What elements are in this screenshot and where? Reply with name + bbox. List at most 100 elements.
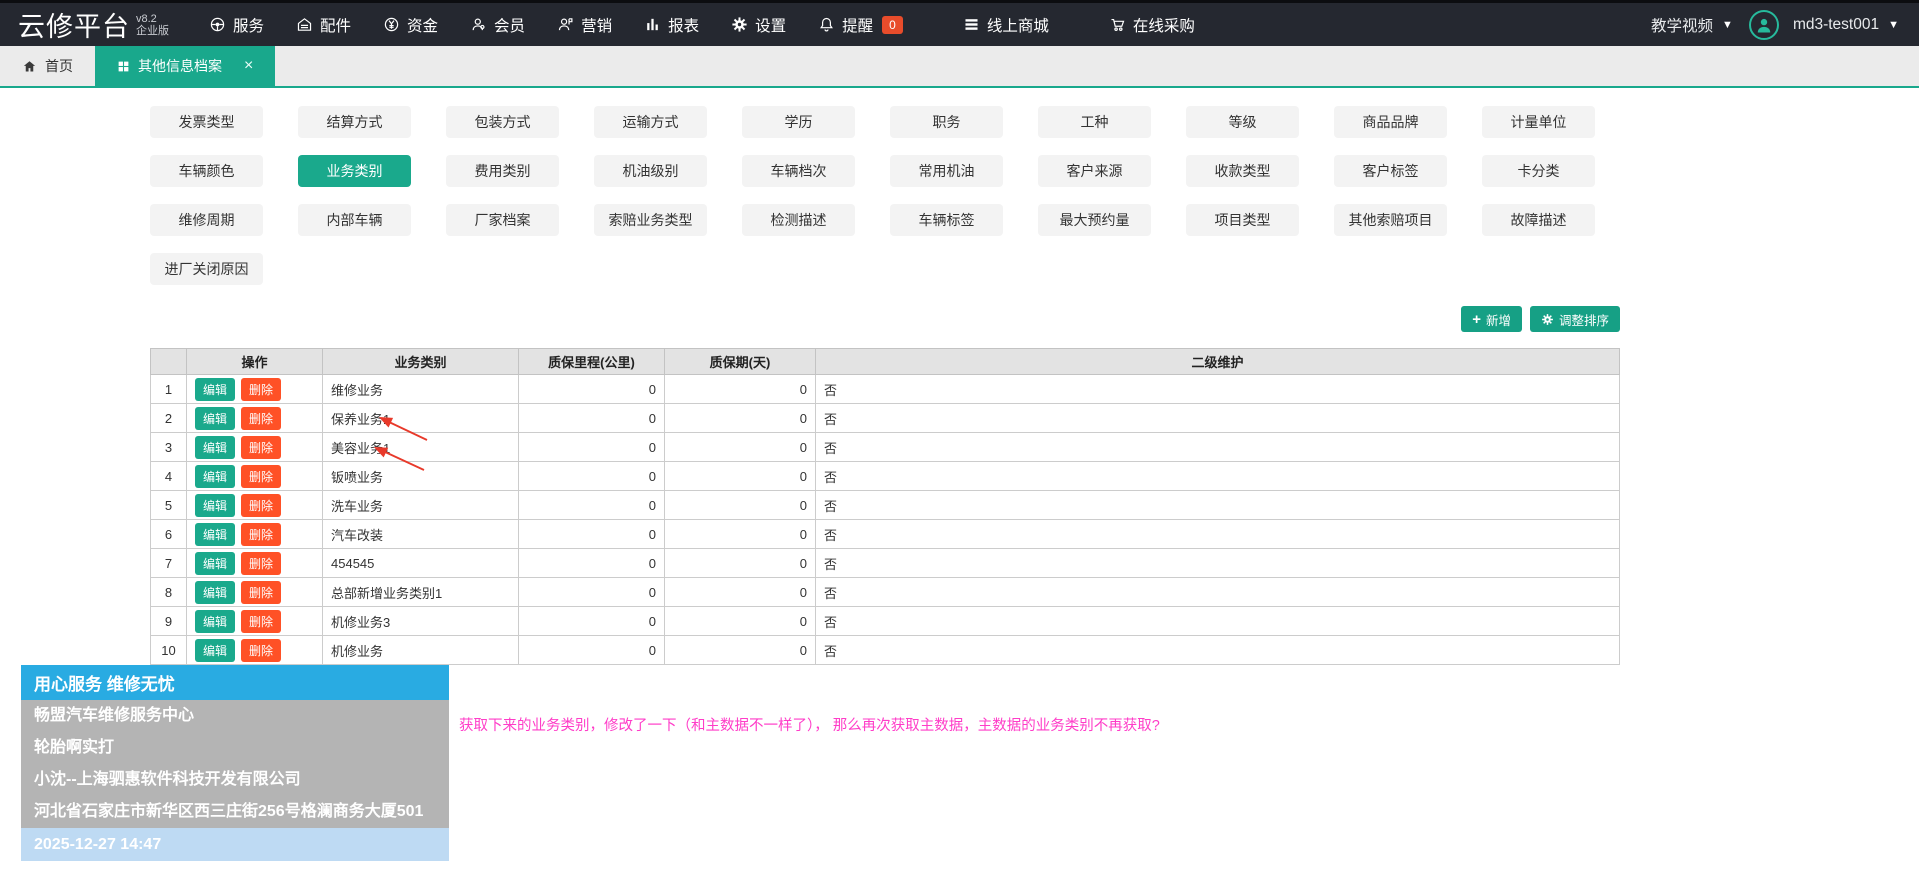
nav-item-online-mall[interactable]: 线上商城: [947, 14, 1065, 36]
category-button[interactable]: 运输方式: [594, 106, 707, 138]
row-actions: 编辑删除: [187, 404, 323, 433]
category-button[interactable]: 费用类别: [446, 155, 559, 187]
row-actions: 编辑删除: [187, 607, 323, 636]
category-button[interactable]: 卡分类: [1482, 155, 1595, 187]
column-header: 质保里程(公里): [519, 349, 665, 375]
steering-wheel-icon: [209, 16, 226, 33]
category-button[interactable]: 内部车辆: [298, 204, 411, 236]
category-button[interactable]: 计量单位: [1482, 106, 1595, 138]
row-index: 10: [151, 636, 187, 665]
business-category-name: 美容业务1: [323, 433, 519, 462]
category-button[interactable]: 故障描述: [1482, 204, 1595, 236]
delete-button[interactable]: 删除: [241, 494, 281, 517]
app-version: v8.2 企业版: [136, 13, 169, 37]
category-button[interactable]: 最大预约量: [1038, 204, 1151, 236]
row-index: 5: [151, 491, 187, 520]
warranty-days: 0: [665, 375, 816, 404]
business-category-name: 454545: [323, 549, 519, 578]
nav-item-funds[interactable]: 资金: [367, 14, 454, 36]
nav-item-members[interactable]: 会员: [454, 14, 541, 36]
business-category-name: 钣喷业务: [323, 462, 519, 491]
grid-icon: [117, 60, 130, 73]
secondary-maintenance: 否: [816, 549, 1620, 578]
delete-button[interactable]: 删除: [241, 610, 281, 633]
nav-item-services[interactable]: 服务: [193, 14, 280, 36]
tab-home[interactable]: 首页: [0, 46, 95, 86]
edit-button[interactable]: 编辑: [195, 436, 235, 459]
category-button[interactable]: 检测描述: [742, 204, 855, 236]
edit-button[interactable]: 编辑: [195, 552, 235, 575]
category-button[interactable]: 学历: [742, 106, 855, 138]
business-category-name: 机修业务3: [323, 607, 519, 636]
user-menu[interactable]: md3-test001 ▼: [1791, 16, 1901, 34]
nav-item-reminders[interactable]: 提醒0: [802, 14, 919, 36]
delete-button[interactable]: 删除: [241, 639, 281, 662]
category-button[interactable]: 等级: [1186, 106, 1299, 138]
edit-button[interactable]: 编辑: [195, 610, 235, 633]
category-button[interactable]: 车辆标签: [890, 204, 1003, 236]
category-button[interactable]: 发票类型: [150, 106, 263, 138]
category-button[interactable]: 业务类别: [298, 155, 411, 187]
add-button[interactable]: + 新增: [1461, 306, 1522, 332]
category-button[interactable]: 商品品牌: [1334, 106, 1447, 138]
nav-item-marketing[interactable]: 营销: [541, 14, 628, 36]
secondary-maintenance: 否: [816, 491, 1620, 520]
delete-button[interactable]: 删除: [241, 465, 281, 488]
category-button[interactable]: 其他索赔项目: [1334, 204, 1447, 236]
help-video-menu[interactable]: 教学视频 ▼: [1647, 14, 1737, 36]
category-button[interactable]: 职务: [890, 106, 1003, 138]
nav-item-parts[interactable]: 配件: [280, 14, 367, 36]
column-header: 业务类别: [323, 349, 519, 375]
category-button[interactable]: 项目类型: [1186, 204, 1299, 236]
delete-button[interactable]: 删除: [241, 523, 281, 546]
edit-button[interactable]: 编辑: [195, 494, 235, 517]
table-row: 1编辑删除维修业务00否: [151, 375, 1620, 404]
business-category-name: 保养业务1: [323, 404, 519, 433]
row-index: 6: [151, 520, 187, 549]
tab-other-info-archive[interactable]: 其他信息档案 ×: [95, 46, 275, 86]
warranty-days: 0: [665, 433, 816, 462]
category-button[interactable]: 维修周期: [150, 204, 263, 236]
delete-button[interactable]: 删除: [241, 436, 281, 459]
bell-icon: [818, 16, 835, 33]
edit-button[interactable]: 编辑: [195, 581, 235, 604]
warranty-mileage: 0: [519, 578, 665, 607]
adjust-sort-button[interactable]: 调整排序: [1530, 306, 1620, 332]
table-row: 7编辑删除45454500否: [151, 549, 1620, 578]
category-button[interactable]: 工种: [1038, 106, 1151, 138]
row-index: 3: [151, 433, 187, 462]
popup-line: 畅盟汽车维修服务中心: [21, 700, 449, 732]
category-button[interactable]: 收款类型: [1186, 155, 1299, 187]
business-category-name: 机修业务: [323, 636, 519, 665]
chevron-down-icon: ▼: [1888, 19, 1899, 31]
category-button[interactable]: 客户标签: [1334, 155, 1447, 187]
yuan-icon: [383, 16, 400, 33]
delete-button[interactable]: 删除: [241, 581, 281, 604]
edit-button[interactable]: 编辑: [195, 407, 235, 430]
category-button[interactable]: 客户来源: [1038, 155, 1151, 187]
category-button[interactable]: 机油级别: [594, 155, 707, 187]
category-button[interactable]: 车辆颜色: [150, 155, 263, 187]
edit-button[interactable]: 编辑: [195, 378, 235, 401]
category-button[interactable]: 包装方式: [446, 106, 559, 138]
delete-button[interactable]: 删除: [241, 552, 281, 575]
row-actions: 编辑删除: [187, 636, 323, 665]
avatar[interactable]: [1749, 10, 1779, 40]
warranty-days: 0: [665, 578, 816, 607]
nav-item-settings[interactable]: 设置: [715, 14, 802, 36]
category-button[interactable]: 常用机油: [890, 155, 1003, 187]
business-category-name: 洗车业务: [323, 491, 519, 520]
nav-item-online-purchase[interactable]: 在线采购: [1093, 14, 1211, 36]
nav-item-reports[interactable]: 报表: [628, 14, 715, 36]
edit-button[interactable]: 编辑: [195, 523, 235, 546]
category-button[interactable]: 厂家档案: [446, 204, 559, 236]
category-button[interactable]: 车辆档次: [742, 155, 855, 187]
category-button[interactable]: 索赔业务类型: [594, 204, 707, 236]
edit-button[interactable]: 编辑: [195, 639, 235, 662]
close-icon[interactable]: ×: [244, 57, 253, 75]
category-button[interactable]: 结算方式: [298, 106, 411, 138]
delete-button[interactable]: 删除: [241, 407, 281, 430]
category-button[interactable]: 进厂关闭原因: [150, 253, 263, 285]
delete-button[interactable]: 删除: [241, 378, 281, 401]
edit-button[interactable]: 编辑: [195, 465, 235, 488]
